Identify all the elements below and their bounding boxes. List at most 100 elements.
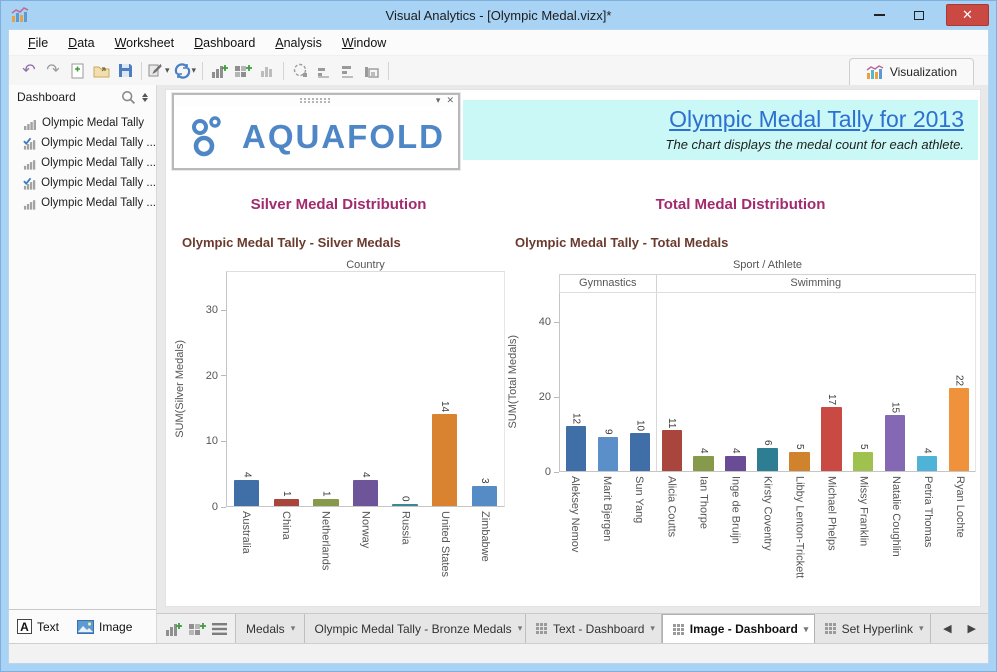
menu-window[interactable]: Window: [333, 33, 395, 53]
sidebar-item-olympic-medal-tally-4[interactable]: Olympic Medal Tally ...: [23, 173, 156, 193]
sidebar-item-olympic-medal-tally-2[interactable]: Olympic Medal Tally ...: [23, 133, 156, 153]
logo-widget[interactable]: ▾ ✕ AQUAFOLD: [171, 92, 461, 171]
menu-file[interactable]: File: [19, 33, 57, 53]
dashboard-title-link[interactable]: Olympic Medal Tally for 2013: [473, 106, 964, 133]
x-label-text: Petria Thomas: [921, 476, 934, 548]
x-label-cell: Aleksey Nemov: [559, 472, 591, 580]
group-header-gymnastics: Gymnastics: [559, 275, 656, 292]
sort-toggle-icon[interactable]: [140, 91, 150, 104]
bar-norway[interactable]: [352, 480, 379, 506]
bar-kirsty-coventry[interactable]: [757, 448, 778, 471]
y-tick-40: 40: [539, 316, 559, 328]
bar-libby-lenton-trickett[interactable]: [789, 452, 810, 471]
x-label-cell: Michael Phelps: [816, 472, 848, 580]
presentation-button[interactable]: [360, 59, 384, 83]
new-file-button[interactable]: [65, 59, 89, 83]
worksheet-checked-icon: [23, 177, 36, 190]
new-worksheet-button[interactable]: [207, 59, 231, 83]
bar-column-kirsty-coventry: 6: [752, 293, 784, 471]
y-axis-title-text: SUM(Total Medals): [507, 335, 519, 429]
bar-natalie-coughlin[interactable]: [884, 415, 906, 471]
bar-netherlands[interactable]: [313, 499, 339, 506]
bar-inge-de-bruijn[interactable]: [725, 456, 746, 471]
bar-marit-bjergen[interactable]: [597, 437, 619, 471]
save-button[interactable]: [113, 59, 137, 83]
tab-scroll-left-icon[interactable]: ◀: [943, 622, 951, 635]
bar-australia[interactable]: [234, 480, 260, 506]
new-dashboard-button[interactable]: [231, 59, 255, 83]
lasso-select-button[interactable]: [288, 59, 312, 83]
add-text-button[interactable]: A Text: [17, 619, 59, 634]
close-button[interactable]: ✕: [946, 4, 989, 26]
bar-china[interactable]: [273, 499, 300, 506]
tab-olympic-medal-tally-bronze-medals[interactable]: Olympic Medal Tally - Bronze Medals ▾: [305, 614, 526, 643]
format-button[interactable]: ▾: [146, 59, 172, 83]
visualization-tab[interactable]: Visualization: [848, 58, 974, 85]
widget-close-icon[interactable]: ✕: [446, 95, 454, 106]
chart-plot-area: 4 1 1 4 0 14 3: [226, 271, 505, 507]
bar-column-libby-lenton-trickett: 5: [783, 293, 815, 471]
close-icon: ✕: [962, 7, 973, 22]
chart-group-header-row: Gymnastics Swimming: [559, 274, 976, 292]
add-image-label: Image: [99, 619, 133, 634]
show-chart-button[interactable]: [255, 59, 279, 83]
add-image-button[interactable]: Image: [77, 619, 133, 634]
tab-medals[interactable]: Medals ▾: [236, 614, 305, 643]
redo-button[interactable]: ↷: [41, 59, 65, 83]
x-label-cell: Missy Franklin: [848, 472, 880, 580]
bar-zimbabwe[interactable]: [471, 486, 497, 506]
sidebar-item-olympic-medal-tally-1[interactable]: Olympic Medal Tally: [23, 113, 156, 133]
x-label-cell: Norway: [346, 507, 386, 579]
bar-sun-yang[interactable]: [629, 433, 651, 471]
new-dashboard-tab-icon[interactable]: [188, 621, 206, 637]
bar-missy-franklin[interactable]: [853, 452, 874, 471]
bar-petria-thomas[interactable]: [916, 456, 938, 471]
y-tick-label: 20: [538, 391, 551, 403]
minimize-icon: [873, 14, 885, 16]
bar-ian-thorpe[interactable]: [693, 456, 714, 471]
bar-ryan-lochte[interactable]: [948, 388, 970, 471]
bar-column-china: 1: [267, 272, 307, 506]
new-worksheet-tab-icon[interactable]: [165, 621, 182, 637]
tab-scroll-right-icon[interactable]: ▶: [968, 622, 976, 635]
bar-value-label: 3: [478, 478, 490, 484]
tab-image-dashboard[interactable]: Image - Dashboard ▾: [661, 614, 815, 643]
undo-button[interactable]: ↶: [17, 59, 41, 83]
refresh-button[interactable]: ▾: [172, 59, 199, 83]
bar-alicia-coutts[interactable]: [661, 430, 682, 471]
chart-plot-row: SUM(Total Medals) 0 20 40 12 9 10 11 4 4 6 5 17 5 15 4 2…: [505, 292, 976, 478]
tab-set-hyperlink[interactable]: Set Hyperlink ▾: [815, 614, 932, 643]
menu-analysis[interactable]: Analysis: [266, 33, 331, 53]
chart-plot-row: SUM(Silver Medals) 0 10 20 30 4 1 1 4 0 14 3: [172, 271, 505, 513]
tab-list-icon[interactable]: [212, 622, 227, 635]
menu-worksheet[interactable]: Worksheet: [106, 33, 184, 53]
tab-text-dashboard[interactable]: Text - Dashboard ▾: [526, 614, 662, 643]
bar-michael-phelps[interactable]: [821, 407, 842, 471]
minimize-button[interactable]: [866, 5, 892, 25]
menu-dashboard[interactable]: Dashboard: [185, 33, 264, 53]
x-label-cell: Inge de Bruijn: [719, 472, 751, 580]
widget-menu-caret-icon[interactable]: ▾: [436, 95, 441, 106]
drag-handle-icon[interactable]: [300, 98, 332, 104]
bar-united-states[interactable]: [432, 414, 458, 506]
sidebar-item-olympic-medal-tally-3[interactable]: Olympic Medal Tally ...: [23, 153, 156, 173]
chart-y-axis-title: SUM(Total Medals): [505, 292, 521, 472]
sidebar-item-label: Olympic Medal Tally ...: [41, 137, 156, 149]
search-icon[interactable]: [121, 90, 136, 105]
sort-ascending-button[interactable]: [312, 59, 336, 83]
dashboard-sidebar: Dashboard Olympic Medal Tally Olympic Med…: [9, 85, 157, 643]
x-label-cell: Natalie Coughlin: [880, 472, 912, 580]
x-label-cell: Russia: [385, 507, 425, 579]
x-label-text: Sun Yang: [633, 476, 646, 524]
x-label-text: Michael Phelps: [825, 476, 838, 551]
x-label-text: Australia: [239, 511, 252, 554]
new-worksheet-icon: [211, 64, 228, 78]
bar-aleksey-nemov[interactable]: [565, 426, 587, 471]
sidebar-item-olympic-medal-tally-5[interactable]: Olympic Medal Tally ...: [23, 193, 156, 213]
open-button[interactable]: [89, 59, 113, 83]
menu-data[interactable]: Data: [59, 33, 103, 53]
bar-russia[interactable]: [392, 504, 418, 506]
bar-value-label: 11: [666, 417, 678, 428]
maximize-button[interactable]: [906, 5, 932, 25]
sort-descending-button[interactable]: [336, 59, 360, 83]
